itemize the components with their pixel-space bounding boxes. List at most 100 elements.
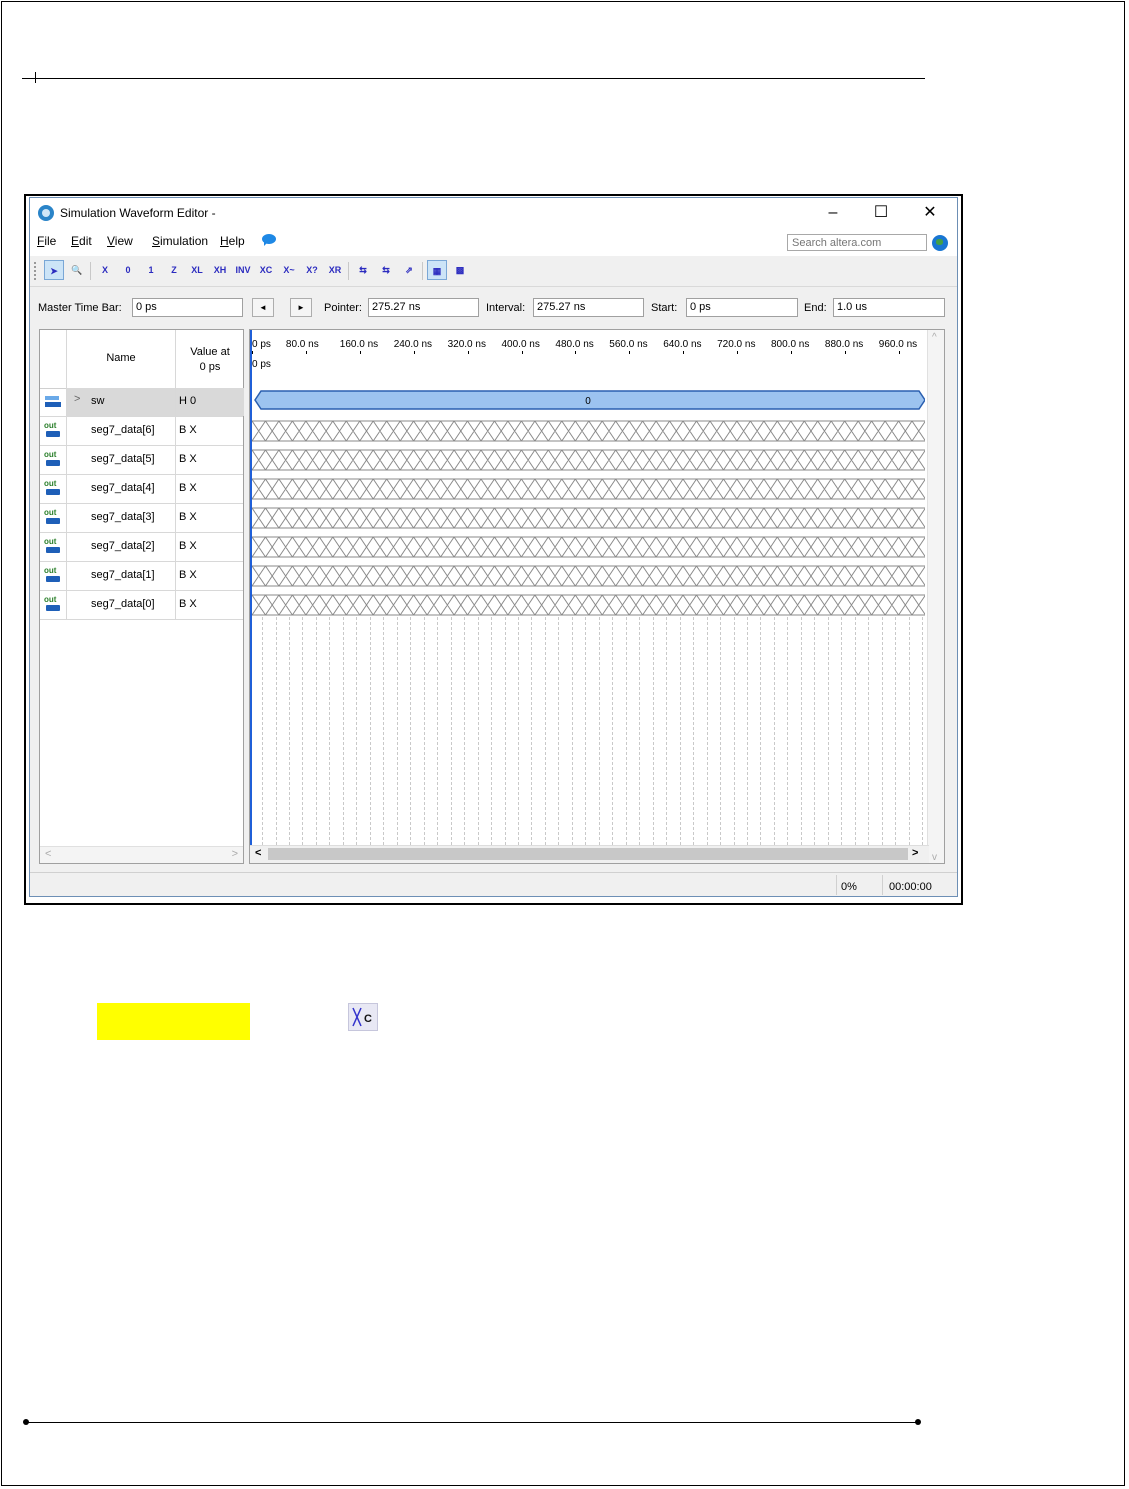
netlist-view-icon[interactable]: ▦ (427, 260, 447, 280)
signal-row[interactable]: out seg7_data[6] B X (40, 417, 243, 446)
unknown-value-pattern (252, 420, 925, 442)
close-button[interactable]: ✕ (910, 202, 950, 224)
invert-icon[interactable]: INV (233, 260, 253, 280)
ruler-tick-label: 0 ps (252, 339, 271, 350)
output-pin-icon: out (44, 567, 62, 585)
interval-field[interactable]: 275.27 ns (533, 298, 644, 317)
menu-help[interactable]: Help (220, 234, 245, 248)
menu-file[interactable]: File (37, 234, 56, 248)
menu-edit[interactable]: Edit (71, 234, 92, 248)
waveform-vscrollbar[interactable]: ^ v (927, 330, 944, 863)
waveform-hscrollbar[interactable]: < > (250, 845, 929, 863)
signal-name-cell[interactable]: seg7_data[3] (67, 504, 175, 532)
top-rule-tick (35, 72, 36, 83)
count-value-icon[interactable]: XC (256, 260, 276, 280)
pointer-field[interactable]: 275.27 ns (368, 298, 479, 317)
feedback-bubble-icon[interactable] (262, 234, 276, 246)
grid-line (437, 617, 439, 845)
ruler-tick (791, 351, 792, 354)
force-high-icon[interactable]: 1 (141, 260, 161, 280)
minimize-button[interactable]: – (813, 202, 853, 224)
ruler-tick-label: 400.0 ns (501, 339, 540, 350)
scroll-right-arrow[interactable]: > (912, 847, 918, 859)
signal-name-cell[interactable]: seg7_data[4] (67, 475, 175, 503)
menu-simulation[interactable]: Simulation (152, 234, 208, 248)
start-field[interactable]: 0 ps (686, 298, 798, 317)
signal-name-cell[interactable]: > sw (67, 388, 175, 416)
selection-tool-icon[interactable]: ➤ (44, 260, 64, 280)
ruler-tick-label: 880.0 ns (824, 339, 864, 350)
signal-value: B X (179, 569, 197, 581)
snap-to-grid-icon[interactable]: ⇆ (353, 260, 373, 280)
force-weak-low-icon[interactable]: XL (187, 260, 207, 280)
next-transition-button[interactable]: ► (290, 298, 312, 317)
force-high-impedance-icon[interactable]: Z (164, 260, 184, 280)
grid-line (275, 617, 277, 845)
signal-row[interactable]: out seg7_data[1] B X (40, 562, 243, 591)
signal-name-cell[interactable]: seg7_data[6] (67, 417, 175, 445)
grid-line (517, 617, 519, 845)
ruler-tick-label: 800.0 ns (771, 339, 810, 350)
signal-name-cell[interactable]: seg7_data[5] (67, 446, 175, 474)
signal-list-header: Name Value at 0 ps (40, 330, 243, 389)
ruler-tick (467, 351, 469, 354)
signal-row[interactable]: out seg7_data[5] B X (40, 446, 243, 475)
scroll-thumb[interactable] (268, 848, 908, 860)
random-value-icon[interactable]: XR (325, 260, 345, 280)
signal-name-cell[interactable]: seg7_data[0] (67, 591, 175, 619)
grid-line (679, 617, 681, 845)
signal-name-cell[interactable]: seg7_data[2] (67, 533, 175, 561)
value-column-header[interactable]: Value at 0 ps (176, 345, 244, 375)
signal-row[interactable]: out seg7_data[3] B X (40, 504, 243, 533)
signal-list-hscrollbar[interactable]: < > (40, 846, 243, 863)
signal-row[interactable]: > sw H 0 (40, 388, 244, 417)
waveform-seg7_data[6][interactable] (252, 419, 925, 443)
grid-line (881, 617, 883, 845)
functional-simulation-icon[interactable]: ⇆ (376, 260, 396, 280)
waveform-seg7_data[4][interactable] (252, 477, 925, 501)
timing-simulation-icon[interactable]: ⇗ (399, 260, 419, 280)
signal-name-cell[interactable]: seg7_data[1] (67, 562, 175, 590)
scroll-left-arrow[interactable]: < (45, 848, 51, 860)
scroll-left-arrow[interactable]: < (255, 847, 261, 859)
grid-line (720, 617, 721, 845)
waveform-seg7_data[1][interactable] (252, 564, 925, 588)
scroll-right-arrow[interactable]: > (232, 848, 238, 860)
waveform-seg7_data[2][interactable] (252, 535, 925, 559)
signal-row[interactable]: out seg7_data[4] B X (40, 475, 243, 504)
end-field[interactable]: 1.0 us (833, 298, 945, 317)
zoom-tool-icon[interactable]: 🔍 (67, 260, 87, 280)
force-low-icon[interactable]: 0 (118, 260, 138, 280)
scroll-down-arrow[interactable]: v (932, 852, 937, 863)
waveform-seg7_data[5][interactable] (252, 448, 925, 472)
expand-chevron-icon[interactable]: > (74, 393, 80, 405)
scroll-up-arrow[interactable]: ^ (932, 332, 937, 343)
previous-transition-button[interactable]: ◄ (252, 298, 274, 317)
overwrite-clock-icon[interactable]: X~ (279, 260, 299, 280)
grid-line (800, 617, 802, 845)
force-weak-high-icon[interactable]: XH (210, 260, 230, 280)
menu-view[interactable]: View (107, 234, 133, 248)
grid-line (356, 617, 358, 845)
grid-settings-icon[interactable]: ▩ (450, 260, 470, 280)
maximize-button[interactable]: ☐ (861, 202, 901, 224)
force-unknown-icon[interactable]: X (95, 260, 115, 280)
search-input[interactable] (787, 234, 927, 251)
grid-line (262, 617, 263, 845)
arbitrary-value-icon[interactable]: X? (302, 260, 322, 280)
signal-list-pane: Name Value at 0 ps > sw H 0 out seg7_data[6] B… (39, 329, 244, 864)
toolbar: ➤ 🔍 X 0 1 Z XL XH INV XC X~ X? XR ⇆ ⇆ ⇗ ▦ ▩ (30, 256, 957, 287)
toolbar-grip[interactable] (34, 262, 39, 280)
waveform-seg7_data[3][interactable] (252, 506, 925, 530)
globe-icon[interactable] (932, 235, 948, 251)
grid-line (827, 617, 829, 845)
master-time-bar-field[interactable]: 0 ps (132, 298, 243, 317)
waveform-sw[interactable]: 0 (252, 390, 925, 410)
signal-row[interactable]: out seg7_data[0] B X (40, 591, 243, 620)
waveform-seg7_data[0][interactable] (252, 593, 925, 617)
signal-row[interactable]: out seg7_data[2] B X (40, 533, 243, 562)
ruler-tick-label: 320.0 ns (447, 339, 486, 350)
ruler-tick (683, 351, 685, 354)
signal-name: seg7_data[2] (91, 540, 155, 552)
waveform-pane[interactable]: 0 ps 80.0 ns 160.0 ns 240.0 ns 320.0 ns 400.0… (249, 329, 945, 864)
